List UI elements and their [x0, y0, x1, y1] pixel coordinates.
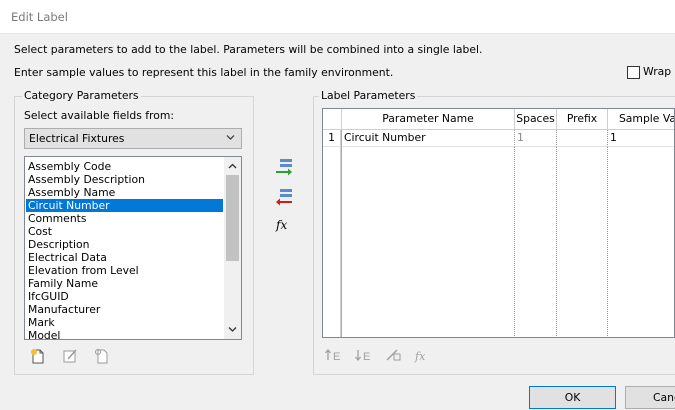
corner-header: [323, 109, 342, 130]
category-select-value: Electrical Fixtures: [29, 132, 125, 145]
list-item[interactable]: Mark: [26, 316, 223, 329]
formula-format-icon[interactable]: fx: [414, 346, 432, 364]
list-item[interactable]: Assembly Name: [26, 186, 223, 199]
list-item[interactable]: Family Name: [26, 277, 223, 290]
row-header-strip: [323, 147, 341, 337]
ok-button[interactable]: OK: [529, 386, 616, 409]
list-item[interactable]: Assembly Code: [26, 160, 223, 173]
list-item[interactable]: Elevation from Level: [26, 264, 223, 277]
move-down-icon[interactable]: E: [354, 346, 372, 364]
instruction-line-1: Select parameters to add to the label. P…: [14, 43, 483, 56]
wrap-checkbox-box[interactable]: [627, 66, 640, 79]
delete-parameter-icon[interactable]: [93, 347, 111, 365]
scrollbar-thumb[interactable]: [226, 175, 239, 261]
list-item[interactable]: Model: [26, 329, 223, 339]
chevron-down-icon: [226, 135, 235, 140]
window-title: Edit Label: [11, 10, 68, 24]
new-parameter-icon[interactable]: [29, 347, 47, 365]
svg-text:fx: fx: [414, 350, 426, 363]
chevron-down-icon[interactable]: [228, 325, 237, 334]
available-fields-list[interactable]: Assembly Code Assembly Description Assem…: [24, 156, 242, 340]
list-item[interactable]: IfcGUID: [26, 290, 223, 303]
list-item[interactable]: Cost: [26, 225, 223, 238]
move-up-icon[interactable]: E: [324, 346, 342, 364]
label-parameters-title: Label Parameters: [319, 89, 418, 102]
edit-parameter-format-icon[interactable]: [384, 346, 402, 364]
add-parameter-icon[interactable]: [274, 156, 294, 176]
label-parameters-table[interactable]: Parameter Name Spaces Prefix Sample Va 1…: [322, 108, 675, 338]
category-parameters-title: Category Parameters: [22, 89, 141, 102]
row-index[interactable]: 1: [323, 130, 341, 147]
fields-from-label: Select available fields from:: [24, 109, 175, 122]
empty-column-area: [342, 147, 515, 337]
cell-parameter-name[interactable]: Circuit Number: [342, 130, 515, 147]
remove-parameter-icon[interactable]: [274, 186, 294, 206]
column-header-spaces[interactable]: Spaces: [515, 109, 557, 130]
fields-scrollbar[interactable]: [224, 157, 241, 339]
formula-icon[interactable]: fx: [276, 218, 287, 232]
list-item[interactable]: Electrical Data: [26, 251, 223, 264]
cancel-button[interactable]: Cance: [625, 386, 675, 409]
cell-sample-value[interactable]: 1: [608, 130, 674, 147]
column-header-sample-value[interactable]: Sample Va: [608, 109, 674, 130]
edit-parameter-icon[interactable]: [61, 347, 79, 365]
empty-column-area: [515, 147, 557, 337]
column-header-parameter-name[interactable]: Parameter Name: [342, 109, 515, 130]
list-item-selected[interactable]: Circuit Number: [26, 199, 223, 212]
empty-column-area: [608, 147, 674, 337]
list-item[interactable]: Assembly Description: [26, 173, 223, 186]
chevron-up-icon[interactable]: [228, 162, 237, 171]
list-item[interactable]: Description: [26, 238, 223, 251]
empty-column-area: [557, 147, 608, 337]
column-header-prefix[interactable]: Prefix: [557, 109, 608, 130]
svg-text:E: E: [333, 351, 340, 363]
list-item[interactable]: Manufacturer: [26, 303, 223, 316]
title-bar: Edit Label: [0, 0, 675, 34]
wrap-checkbox-label: Wrap b: [643, 65, 675, 78]
instruction-line-2: Enter sample values to represent this la…: [14, 66, 394, 79]
svg-text:E: E: [363, 351, 370, 363]
category-select[interactable]: Electrical Fixtures: [24, 128, 242, 149]
cell-prefix[interactable]: [557, 130, 608, 147]
list-item[interactable]: Comments: [26, 212, 223, 225]
cell-spaces[interactable]: 1: [515, 130, 557, 147]
